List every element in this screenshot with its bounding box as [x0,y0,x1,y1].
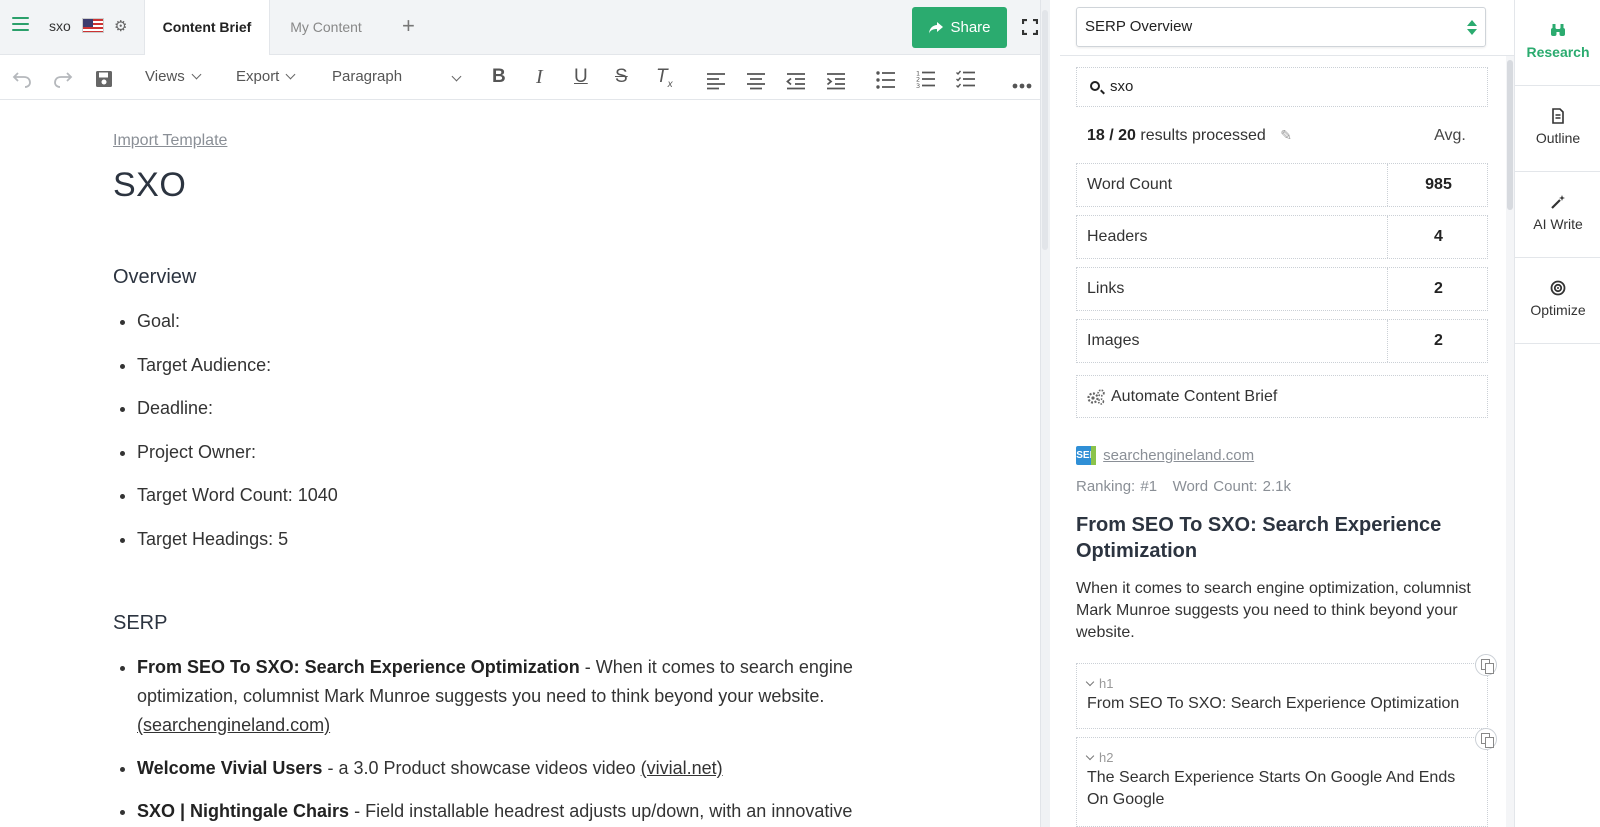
serp-heading[interactable]: SERP [113,612,167,635]
strikethrough-icon[interactable]: S [615,65,628,89]
nav-label: AI Write [1533,216,1583,232]
list-item[interactable]: Project Owner: [137,442,338,486]
align-left-icon[interactable] [706,69,726,93]
nav-optimize[interactable]: Optimize [1515,258,1600,344]
nav-research[interactable]: Research [1515,0,1600,86]
indent-icon[interactable] [826,69,846,93]
clear-formatting-icon[interactable]: Tx [656,65,673,90]
underline-icon[interactable]: U [574,65,588,89]
serp-list-item[interactable]: SXO | Nightingale Chairs - Field install… [137,797,917,826]
nav-outline[interactable]: Outline [1515,86,1600,172]
serp-list-item[interactable]: From SEO To SXO: Search Experience Optim… [137,653,917,740]
editor-toolbar: Views Export Paragraph B I U S Tx 123 [0,55,1040,100]
view-select[interactable]: SERP Overview [1076,7,1486,47]
export-dropdown[interactable]: Export [236,65,296,89]
serp-item-desc: - Field installable headrest adjusts up/… [349,801,853,821]
top-bar: sxo ⚙ Content Brief My Content + Share [0,0,1040,56]
tab-my-content[interactable]: My Content [270,0,382,55]
add-tab-icon[interactable]: + [402,14,415,38]
document-name[interactable]: sxo [49,18,71,34]
list-item[interactable]: Target Audience: [137,355,338,399]
side-nav: Research Outline AI Write Optimize [1514,0,1600,827]
serp-list-item[interactable]: Welcome Vivial Users - a 3.0 Product sho… [137,754,917,783]
editor-scrollbar-thumb[interactable] [1042,10,1048,250]
overview-heading[interactable]: Overview [113,266,196,289]
svg-text:3: 3 [916,82,920,90]
serp-item-source-link[interactable]: (vivial.net) [641,758,723,778]
view-select-value: SERP Overview [1085,18,1193,35]
tab-content-brief[interactable]: Content Brief [144,0,270,56]
redo-icon[interactable] [53,67,73,91]
fullscreen-icon[interactable] [1022,19,1038,35]
editor-pane: sxo ⚙ Content Brief My Content + Share V… [0,0,1040,827]
list-item[interactable]: Goal: [137,311,338,355]
document-icon [1552,108,1564,124]
target-icon [1550,280,1566,296]
chevron-down-icon [285,69,296,80]
undo-icon[interactable] [12,67,32,91]
share-label: Share [950,19,991,36]
nav-label: Research [1526,44,1590,60]
serp-item-desc: - a 3.0 Product showcase videos video [322,758,641,778]
export-label: Export [236,68,280,85]
chevron-down-icon [191,69,202,80]
save-icon[interactable] [95,67,113,91]
document-title[interactable]: SXO [113,166,186,205]
serp-item-title: Welcome Vivial Users [137,758,323,778]
align-center-icon[interactable] [746,69,766,93]
outdent-icon[interactable] [786,69,806,93]
nav-label: Outline [1535,130,1581,146]
select-arrows-icon [1467,20,1477,36]
us-flag-icon[interactable] [82,18,104,33]
list-item[interactable]: Deadline: [137,398,338,442]
research-scrollbar-thumb[interactable] [1507,60,1513,210]
share-arrow-icon [929,21,944,33]
block-format-label: Paragraph [332,68,403,85]
hamburger-menu-icon[interactable] [12,17,29,31]
nav-ai-write[interactable]: AI Write [1515,172,1600,258]
block-format-select[interactable]: Paragraph [332,65,464,89]
nav-label: Optimize [1530,302,1586,318]
serp-item-title: SXO | Nightingale Chairs [137,801,350,821]
more-options-icon[interactable] [1012,74,1032,98]
bold-icon[interactable]: B [492,65,506,89]
serp-item-title: From SEO To SXO: Search Experience Optim… [137,657,580,677]
views-label: Views [145,68,185,85]
chevron-down-icon [451,71,462,82]
list-item[interactable]: Target Word Count: 1040 [137,485,338,529]
gear-icon[interactable]: ⚙ [114,17,127,35]
research-scroll-region [1060,55,1514,827]
list-item[interactable]: Target Headings: 5 [137,529,338,573]
serp-item-source-link[interactable]: (searchengineland.com) [137,715,330,735]
overview-list: Goal: Target Audience: Deadline: Project… [137,311,338,572]
serp-list: From SEO To SXO: Search Experience Optim… [137,653,917,827]
import-template-link[interactable]: Import Template [113,132,227,150]
italic-icon[interactable]: I [536,65,543,89]
checklist-icon[interactable] [956,67,976,91]
numbered-list-icon[interactable]: 123 [916,67,936,91]
binoculars-icon [1551,24,1565,36]
share-button[interactable]: Share [912,7,1007,48]
bullet-list-icon[interactable] [876,68,896,92]
views-dropdown[interactable]: Views [145,65,202,89]
magic-wand-icon [1551,195,1565,209]
